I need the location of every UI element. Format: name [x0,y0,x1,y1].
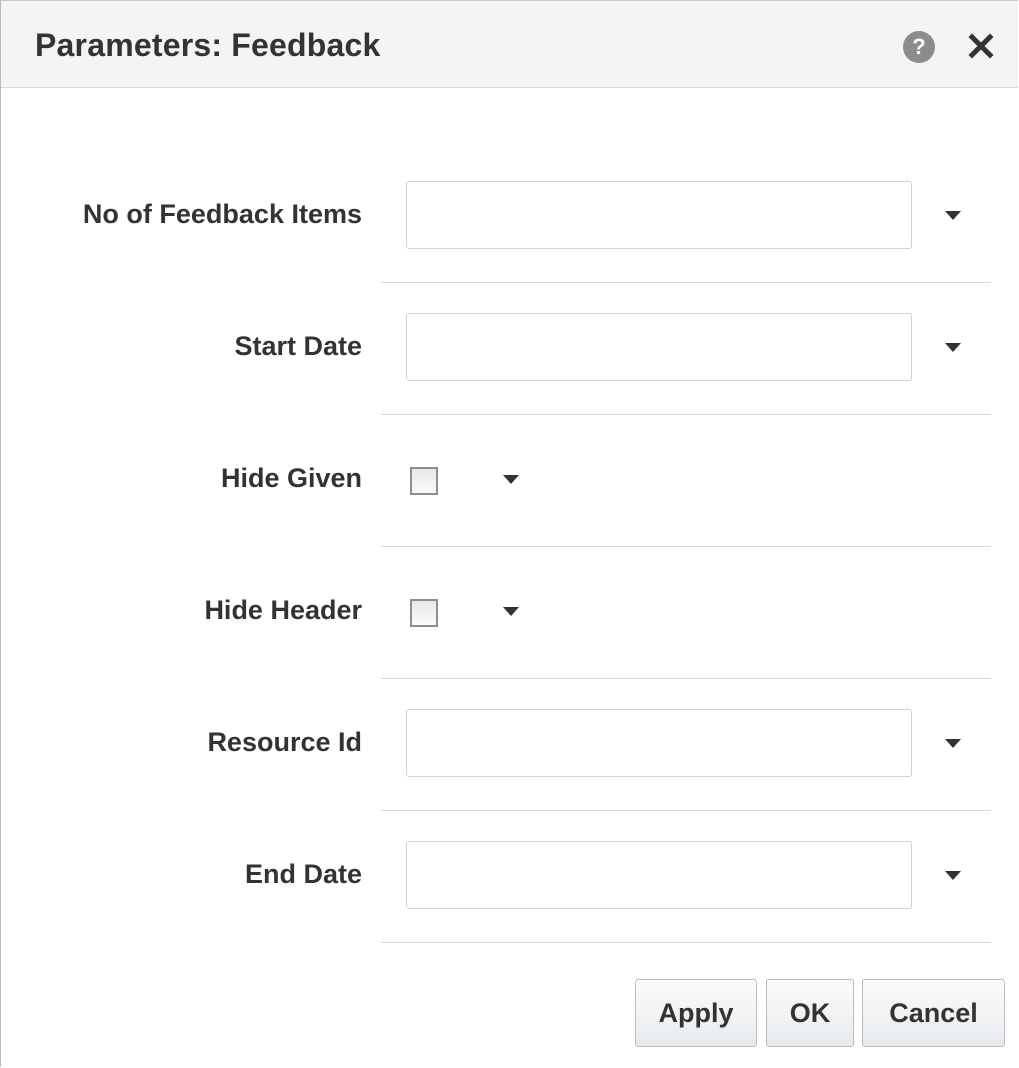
param-label: Start Date [234,331,362,361]
param-row-no-of-feedback-items: No of Feedback Items [1,181,1018,313]
caret-down-icon[interactable] [945,871,961,881]
hide-given-checkbox[interactable] [410,467,438,495]
cancel-button[interactable]: Cancel [862,979,1005,1047]
hide-header-checkbox[interactable] [410,599,438,627]
help-icon[interactable]: ? [903,31,935,63]
resource-id-input[interactable] [406,709,912,777]
param-row-hide-given: Hide Given [1,445,1018,577]
param-label: Hide Given [220,463,362,493]
dialog-title-bar: Parameters: Feedback ? [1,1,1018,88]
param-row-start-date: Start Date [1,313,1018,445]
param-row-resource-id: Resource Id [1,709,1018,841]
close-icon[interactable] [963,28,999,64]
end-date-input[interactable] [406,841,912,909]
param-label: Resource Id [207,727,362,757]
parameters-dialog: Parameters: Feedback ? No of Feedback It… [0,0,1018,1067]
apply-button[interactable]: Apply [635,979,757,1047]
param-row-hide-header: Hide Header [1,577,1018,709]
divider [381,546,991,547]
param-label: Hide Header [204,595,362,625]
dialog-title: Parameters: Feedback [35,27,381,63]
param-label: End Date [244,859,362,889]
param-row-end-date: End Date [1,841,1018,973]
caret-down-icon[interactable] [945,739,961,749]
param-label: No of Feedback Items [82,199,362,229]
divider [381,810,991,811]
divider [381,942,991,943]
divider [381,282,991,283]
caret-down-icon[interactable] [945,211,961,221]
caret-down-icon[interactable] [503,475,519,485]
caret-down-icon[interactable] [503,607,519,617]
no-of-feedback-items-input[interactable] [406,181,912,249]
caret-down-icon[interactable] [945,343,961,353]
divider [381,414,991,415]
ok-button[interactable]: OK [766,979,854,1047]
divider [381,678,991,679]
start-date-input[interactable] [406,313,912,381]
